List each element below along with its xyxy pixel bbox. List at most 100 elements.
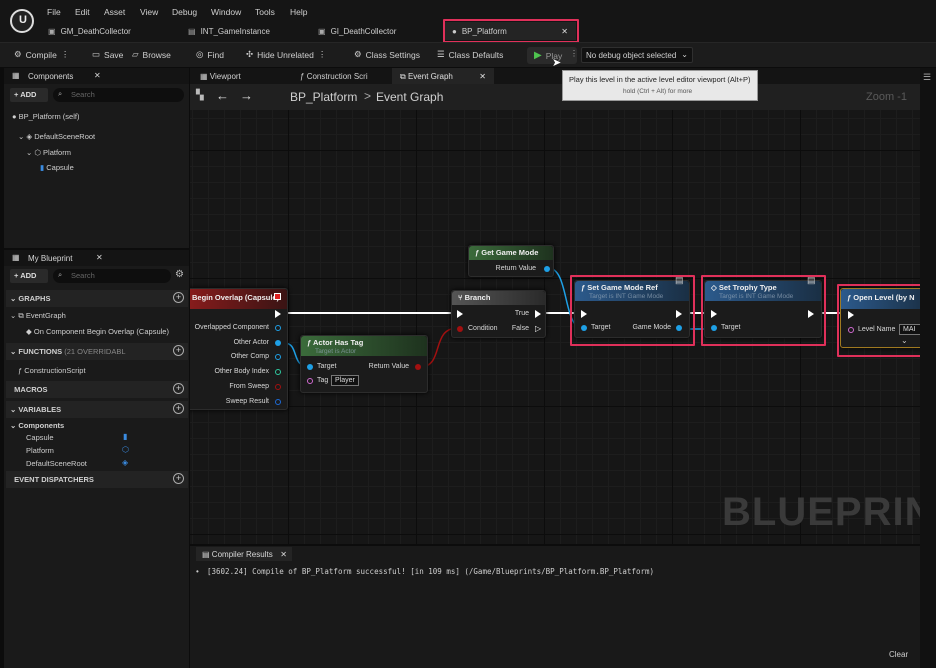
- tag-pin[interactable]: [307, 378, 313, 384]
- tree-item-self[interactable]: ● BP_Platform (self): [12, 112, 79, 121]
- menu-view[interactable]: View: [140, 7, 158, 17]
- close-icon[interactable]: ✕: [479, 72, 486, 81]
- kebab-icon[interactable]: ⋮: [318, 49, 327, 60]
- hide-unrelated-button[interactable]: ✣ Hide Unrelated ⋮: [246, 49, 326, 60]
- branch-icon: ⑂: [458, 293, 463, 302]
- menu-edit[interactable]: Edit: [75, 7, 90, 17]
- title-bar: U File Edit Asset View Debug Window Tool…: [0, 0, 936, 43]
- play-icon: ▶: [534, 50, 542, 61]
- graph-item-begin-overlap[interactable]: ◆ On Component Begin Overlap (Capsule): [26, 327, 169, 336]
- add-variable-icon[interactable]: +: [173, 403, 184, 414]
- class-defaults-button[interactable]: ☰ Class Defaults: [437, 49, 503, 60]
- node-begin-overlap[interactable]: Begin Overlap (Capsule) Overlapped Compo…: [190, 288, 288, 410]
- menu-tools[interactable]: Tools: [255, 7, 275, 17]
- overlapped-component-pin[interactable]: [275, 325, 281, 331]
- tree-item-platform[interactable]: ⌄ ⬡ Platform: [26, 148, 71, 157]
- clear-button[interactable]: Clear: [889, 650, 908, 659]
- components-panel: ▦ Components ✕ + ADD ⌕ Search ● BP_Platfo…: [4, 68, 189, 248]
- unreal-logo-icon[interactable]: U: [10, 9, 34, 33]
- close-icon[interactable]: ✕: [94, 71, 101, 80]
- breadcrumb-root[interactable]: BP_Platform: [290, 90, 357, 104]
- other-actor-pin[interactable]: [275, 340, 281, 346]
- branch-exec-in-pin[interactable]: [457, 310, 463, 318]
- tree-item-capsule[interactable]: ▮ Capsule: [40, 163, 74, 172]
- class-settings-button[interactable]: ⚙ Class Settings: [354, 49, 420, 60]
- graph-item-eventgraph[interactable]: ⌄ ⧉ EventGraph: [10, 311, 66, 321]
- node-get-game-mode[interactable]: ƒ Get Game Mode Return Value: [468, 245, 554, 277]
- tab-gi-deathcollector[interactable]: ▣ GI_DeathCollector: [310, 22, 442, 40]
- tree-item-defaultsceneroot[interactable]: ⌄ ◈ DefaultSceneRoot: [18, 132, 95, 141]
- add-member-button[interactable]: + ADD: [10, 269, 48, 283]
- section-event-dispatchers[interactable]: EVENT DISPATCHERS +: [6, 471, 188, 488]
- gear-icon[interactable]: ⚙: [175, 269, 184, 280]
- find-button[interactable]: ◎ Find: [196, 49, 224, 60]
- menu-help[interactable]: Help: [290, 7, 307, 17]
- back-arrow-icon[interactable]: ←: [216, 88, 229, 103]
- forward-arrow-icon[interactable]: →: [240, 88, 253, 103]
- return-value-pin[interactable]: [544, 266, 550, 272]
- add-dispatcher-icon[interactable]: +: [173, 473, 184, 484]
- tab-event-graph[interactable]: ⧉ Event Graph ✕: [392, 68, 494, 84]
- other-body-index-pin[interactable]: [275, 369, 281, 375]
- event-delegate-icon[interactable]: [274, 293, 281, 300]
- compile-button[interactable]: ⚙ Compile ⋮: [14, 49, 69, 60]
- highlight-open-level: [837, 284, 928, 357]
- save-button[interactable]: ▭ Save: [92, 49, 123, 60]
- branch-condition-pin[interactable]: [457, 326, 463, 332]
- node-branch[interactable]: ⑂ Branch True Condition False ▷: [451, 290, 546, 338]
- components-search-input[interactable]: ⌕ Search: [53, 88, 184, 102]
- branch-true-pin[interactable]: [535, 310, 541, 318]
- play-options-kebab[interactable]: ⋮: [570, 49, 578, 58]
- browse-button[interactable]: ▱ Browse: [132, 49, 171, 60]
- actor-tag-return-pin[interactable]: [415, 364, 421, 370]
- add-macro-icon[interactable]: +: [173, 383, 184, 394]
- tab-int-gameinstance[interactable]: ▤ INT_GameInstance: [180, 22, 310, 40]
- exec-out-pin[interactable]: [275, 310, 281, 318]
- blueprint-search-input[interactable]: ⌕ Search: [53, 269, 171, 283]
- other-comp-pin[interactable]: [275, 354, 281, 360]
- close-icon[interactable]: ✕: [96, 253, 103, 262]
- add-component-button[interactable]: + ADD: [10, 88, 48, 102]
- add-graph-icon[interactable]: +: [173, 292, 184, 303]
- bullet-icon: •: [196, 567, 199, 576]
- section-functions[interactable]: ⌄ FUNCTIONS (21 OVERRIDABL +: [6, 343, 188, 360]
- graph-icon: ⧉: [18, 311, 24, 320]
- menu-file[interactable]: File: [47, 7, 61, 17]
- graph-menu-icon[interactable]: ▚: [196, 90, 204, 101]
- variable-defaultsceneroot[interactable]: DefaultSceneRoot: [26, 459, 87, 468]
- tab-viewport[interactable]: ▦ Viewport: [194, 68, 290, 84]
- function-item-constructionscript[interactable]: ƒ ConstructionScript: [18, 366, 86, 375]
- variable-platform[interactable]: Platform: [26, 446, 54, 455]
- actor-tag-target-pin[interactable]: [307, 364, 313, 370]
- breadcrumb-current: Event Graph: [376, 90, 444, 104]
- menu-window[interactable]: Window: [211, 7, 241, 17]
- highlight-set-game-mode-ref: [570, 275, 695, 346]
- close-icon[interactable]: ✕: [280, 550, 287, 559]
- add-function-icon[interactable]: +: [173, 345, 184, 356]
- section-macros[interactable]: MACROS +: [6, 381, 188, 398]
- section-variables[interactable]: ⌄ VARIABLES +: [6, 401, 188, 418]
- viewport-icon: ▦: [200, 72, 208, 81]
- sweep-result-pin[interactable]: [275, 399, 281, 405]
- toolbar: ⚙ Compile ⋮ ▭ Save ▱ Browse ◎ Find ✣ Hide Unre…: [0, 42, 936, 67]
- tab-gm-deathcollector[interactable]: ▣ GM_DeathCollector: [40, 22, 180, 40]
- compiler-results-tab[interactable]: ▤ Compiler Results ✕: [196, 547, 292, 561]
- node-actor-has-tag[interactable]: ƒ Actor Has Tag Target is Actor Target R…: [300, 335, 428, 393]
- details-panel-icon[interactable]: ☰: [923, 72, 931, 83]
- search-icon: ⌕: [58, 89, 63, 98]
- actor-icon: ●: [12, 112, 17, 121]
- event-icon: ◆: [26, 327, 32, 336]
- kebab-icon[interactable]: ⋮: [61, 49, 70, 60]
- from-sweep-pin[interactable]: [275, 384, 281, 390]
- variables-components-category[interactable]: ⌄ Components: [10, 421, 64, 430]
- blueprint-icon: ▣: [48, 26, 56, 36]
- variable-capsule[interactable]: Capsule: [26, 433, 54, 442]
- menu-debug[interactable]: Debug: [172, 7, 197, 17]
- section-graphs[interactable]: ⌄ GRAPHS +: [6, 290, 188, 307]
- debug-object-select[interactable]: No debug object selected ⌄: [581, 47, 693, 63]
- tag-value-input[interactable]: Player: [331, 375, 359, 386]
- interface-icon: ▤: [188, 26, 196, 36]
- tab-construction-script[interactable]: ƒ Construction Scri: [292, 68, 390, 84]
- mesh-icon: ⬡: [122, 445, 129, 454]
- menu-asset[interactable]: Asset: [104, 7, 125, 17]
